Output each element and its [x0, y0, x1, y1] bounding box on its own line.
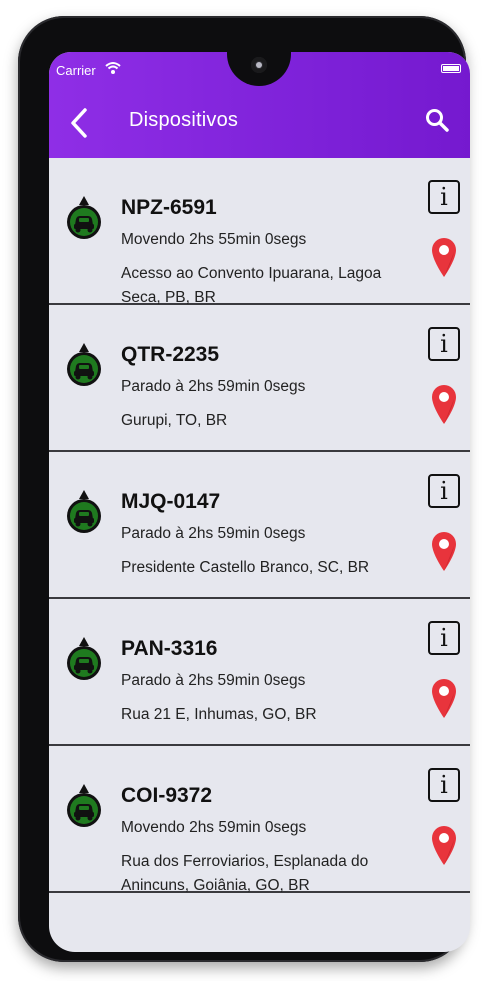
device-plate: MJQ-0147: [121, 490, 221, 513]
device-address: Rua dos Ferroviarios, Esplanada do Aninc…: [121, 853, 369, 894]
back-button[interactable]: [67, 106, 91, 140]
device-status: Parado à 2hs 59min 0segs: [121, 672, 306, 689]
device-list-item[interactable]: MJQ-0147 Parado à 2hs 59min 0segs Presid…: [49, 452, 470, 599]
device-address: Presidente Castello Branco, SC, BR: [121, 559, 370, 576]
info-button[interactable]: i: [428, 327, 460, 361]
device-plate: COI-9372: [121, 784, 213, 807]
car-icon: [67, 196, 101, 239]
car-icon: [67, 343, 101, 386]
info-button[interactable]: i: [428, 180, 460, 214]
device-address: Acesso ao Convento Ipuarana, Lagoa Seca,…: [121, 265, 382, 306]
device-status: Parado à 2hs 59min 0segs: [121, 525, 306, 542]
wifi-icon: [105, 62, 121, 74]
info-button[interactable]: i: [428, 474, 460, 508]
carrier-label: Carrier: [56, 63, 96, 78]
info-button[interactable]: i: [428, 621, 460, 655]
phone-frame: Carrier Dispositivos NPZ-6591 Movendo 2h…: [18, 16, 470, 962]
device-list-item[interactable]: QTR-2235 Parado à 2hs 59min 0segs Gurupi…: [49, 305, 470, 452]
app-screen: Carrier Dispositivos NPZ-6591 Movendo 2h…: [49, 52, 470, 952]
car-icon: [67, 490, 101, 533]
device-status: Movendo 2hs 55min 0segs: [121, 231, 307, 248]
device-list-item[interactable]: COI-9372 Movendo 2hs 59min 0segs Rua dos…: [49, 746, 470, 894]
map-pin-icon[interactable]: [430, 677, 458, 719]
search-button[interactable]: [424, 107, 450, 133]
device-status: Movendo 2hs 59min 0segs: [121, 819, 307, 836]
car-icon: [67, 637, 101, 680]
device-address: Gurupi, TO, BR: [121, 412, 228, 429]
page-title: Dispositivos: [129, 109, 239, 131]
map-pin-icon[interactable]: [430, 824, 458, 866]
map-pin-icon[interactable]: [430, 530, 458, 572]
front-camera: [251, 57, 267, 73]
map-pin-icon[interactable]: [430, 236, 458, 278]
info-button[interactable]: i: [428, 768, 460, 802]
device-plate: NPZ-6591: [121, 196, 217, 219]
battery-icon: [441, 64, 461, 73]
device-status: Parado à 2hs 59min 0segs: [121, 378, 306, 395]
device-address: Rua 21 E, Inhumas, GO, BR: [121, 706, 317, 723]
device-list-item[interactable]: PAN-3316 Parado à 2hs 59min 0segs Rua 21…: [49, 599, 470, 746]
device-plate: QTR-2235: [121, 343, 220, 366]
device-list-item[interactable]: NPZ-6591 Movendo 2hs 55min 0segs Acesso …: [49, 158, 470, 306]
car-icon: [67, 784, 101, 827]
device-list: NPZ-6591 Movendo 2hs 55min 0segs Acesso …: [49, 158, 470, 894]
device-plate: PAN-3316: [121, 637, 218, 660]
map-pin-icon[interactable]: [430, 383, 458, 425]
